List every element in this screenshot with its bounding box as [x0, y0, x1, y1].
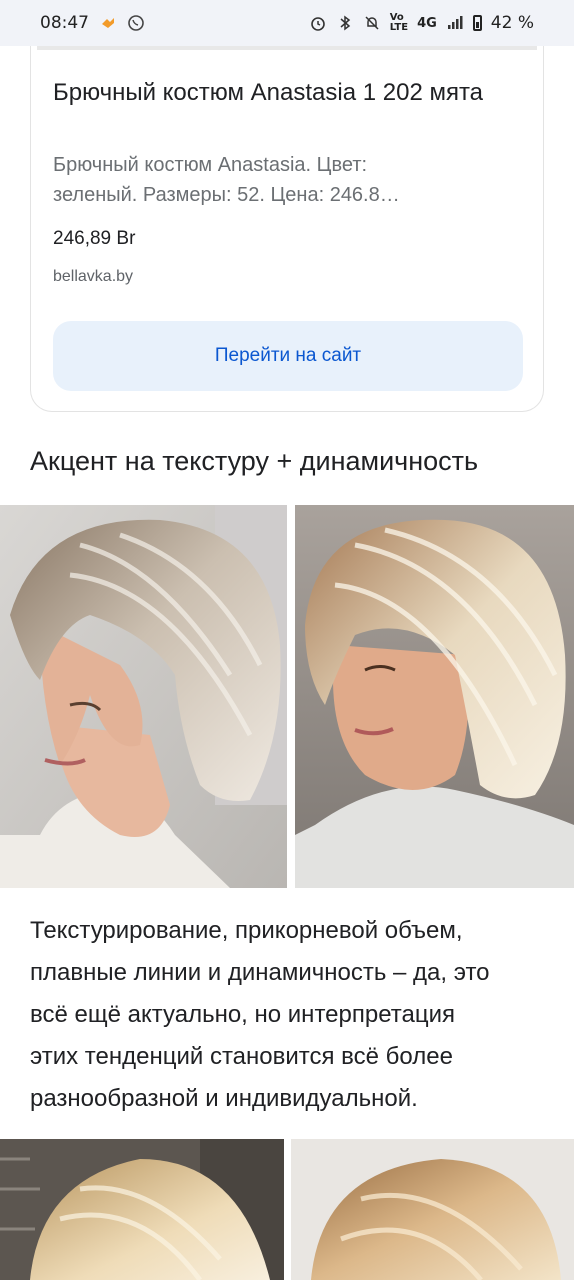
product-ad-card[interactable]: Брючный костюм Anastasia 1 202 мята Брюч… [30, 46, 544, 412]
product-description: Брючный костюм Anastasia. Цвет: зеленый.… [53, 154, 400, 206]
section-paragraph: Текстурирование, прикорневой объем, плав… [30, 917, 490, 1112]
blonde-haircut-photo-left-bottom[interactable] [0, 1139, 284, 1280]
notification-app-icon [99, 14, 117, 32]
status-bar: 08:47 Vo LTE 4G 42 % [0, 0, 574, 46]
status-time: 08:47 [40, 13, 89, 33]
bluetooth-icon [336, 14, 354, 32]
go-to-site-button[interactable]: Перейти на сайт [53, 321, 523, 391]
product-price: 246,89 Br [53, 228, 136, 249]
card-divider [37, 46, 537, 50]
blonde-haircut-photo-right-bottom[interactable] [291, 1139, 574, 1280]
battery-level: 42 % [490, 13, 534, 33]
viber-icon [127, 14, 145, 32]
section-heading: Акцент на текстуру + динамичность [30, 446, 479, 476]
product-domain: bellavka.by [53, 268, 134, 285]
mute-icon [363, 14, 381, 32]
volte-label: Vo LTE [389, 12, 409, 33]
battery-icon [472, 15, 482, 31]
alarm-icon [309, 14, 327, 32]
bob-haircut-photo-right[interactable] [295, 505, 574, 888]
product-title[interactable]: Брючный костюм Anastasia 1 202 мята [53, 76, 523, 110]
network-type: 4G [417, 15, 437, 31]
bob-haircut-photo-left[interactable] [0, 505, 287, 888]
signal-icon [446, 14, 464, 32]
